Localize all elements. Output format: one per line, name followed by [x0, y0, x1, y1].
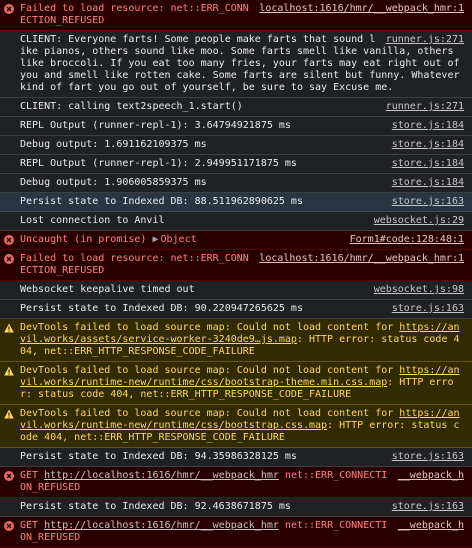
console-message: Form1#code:128:48:1 Uncaught (in promise)… — [0, 231, 472, 250]
message-text: Persist state to Indexed DB: 90.22094726… — [20, 303, 303, 314]
console-message: DevTools failed to load source map: Coul… — [0, 405, 472, 448]
message-text-part: DevTools failed to load source map: Coul… — [20, 408, 400, 419]
console-message: store.js:184 REPL Output (runner-repl-1):… — [0, 155, 472, 174]
error-icon — [4, 254, 14, 264]
message-text: Persist state to Indexed DB: 94.35986328… — [20, 451, 297, 462]
message-text-part: DevTools failed to load source map: Coul… — [20, 365, 400, 376]
source-link[interactable]: __webpack_h — [398, 470, 464, 482]
source-link[interactable]: store.js:163 — [392, 303, 464, 315]
message-text-part: GET — [20, 520, 45, 531]
source-link[interactable]: localhost:1616/hmr/__webpack_hmr:1 — [259, 3, 464, 15]
source-link[interactable]: Form1#code:128:48:1 — [350, 234, 464, 246]
console-message: store.js:184 Debug output: 1.691162109375… — [0, 136, 472, 155]
message-text: Debug output: 1.906005859375 ms — [20, 177, 207, 188]
warning-icon — [4, 366, 14, 376]
source-link[interactable]: runner.js:271 — [386, 101, 464, 113]
console-message: DevTools failed to load source map: Coul… — [0, 362, 472, 405]
console-message: store.js:163 Persist state to Indexed DB:… — [0, 498, 472, 517]
console-message: runner.js:271 CLIENT: calling text2speech… — [0, 98, 472, 117]
warning-icon — [4, 409, 14, 419]
object-label[interactable]: Object — [161, 234, 197, 245]
message-text: Uncaught (in promise) ▶ Object — [20, 234, 197, 245]
source-link[interactable]: store.js:163 — [392, 451, 464, 463]
source-link[interactable]: runner.js:271 — [386, 34, 464, 46]
error-icon — [4, 4, 14, 14]
console-message: store.js:163 Persist state to Indexed DB:… — [0, 448, 472, 467]
message-text-part: Uncaught (in promise) — [20, 234, 147, 245]
console-message: websocket.js:98 Websocket keepalive timed… — [0, 281, 472, 300]
console-message: store.js:163 Persist state to Indexed DB:… — [0, 193, 472, 212]
console-message: localhost:1616/hmr/__webpack_hmr:1 Failed… — [0, 0, 472, 31]
expand-arrow-icon[interactable]: ▶ — [152, 234, 158, 245]
message-text: Debug output: 1.691162109375 ms — [20, 139, 207, 150]
message-text: Websocket keepalive timed out — [20, 284, 195, 295]
console-message: __webpack_h GET http://localhost:1616/hmr… — [0, 517, 472, 548]
message-text: REPL Output (runner-repl-1): 2.949951171… — [20, 158, 297, 169]
message-text: Persist state to Indexed DB: 88.51196289… — [20, 196, 303, 207]
source-link[interactable]: localhost:1616/hmr/__webpack_hmr:1 — [259, 253, 464, 265]
error-icon — [4, 521, 14, 531]
source-link[interactable]: __webpack_h — [398, 520, 464, 532]
error-icon — [4, 235, 14, 245]
url-link[interactable]: http://localhost:1616/hmr/__webpack_hmr — [44, 520, 279, 531]
message-text: DevTools failed to load source map: Coul… — [20, 365, 460, 400]
console-message: websocket.js:29 Lost connection to Anvil — [0, 212, 472, 231]
warning-icon — [4, 323, 14, 333]
message-text: Lost connection to Anvil — [20, 215, 165, 226]
console-message: store.js:184 Debug output: 1.906005859375… — [0, 174, 472, 193]
message-text: GET http://localhost:1616/hmr/__webpack_… — [20, 470, 387, 493]
console-message: runner.js:271 CLIENT: Everyone farts! Som… — [0, 31, 472, 98]
message-text: Persist state to Indexed DB: 92.46386718… — [20, 501, 291, 512]
error-icon — [4, 471, 14, 481]
message-text-part: GET — [20, 470, 45, 481]
message-text: Failed to load resource: net::ERR_CONNEC… — [20, 253, 249, 276]
console-message: DevTools failed to load source map: Coul… — [0, 319, 472, 362]
console-message: store.js:163 Persist state to Indexed DB:… — [0, 300, 472, 319]
message-text: DevTools failed to load source map: Coul… — [20, 408, 460, 443]
source-link[interactable]: websocket.js:29 — [374, 215, 464, 227]
source-link[interactable]: store.js:163 — [392, 196, 464, 208]
source-link[interactable]: websocket.js:98 — [374, 284, 464, 296]
source-link[interactable]: store.js:163 — [392, 501, 464, 513]
message-text: Failed to load resource: net::ERR_CONNEC… — [20, 3, 249, 26]
message-text: CLIENT: calling text2speech_1.start() — [20, 101, 243, 112]
console-message: localhost:1616/hmr/__webpack_hmr:1 Failed… — [0, 250, 472, 281]
message-text-part: DevTools failed to load source map: Coul… — [20, 322, 400, 333]
source-link[interactable]: store.js:184 — [392, 139, 464, 151]
console-panel: localhost:1616/hmr/__webpack_hmr:1 Failed… — [0, 0, 472, 548]
source-link[interactable]: store.js:184 — [392, 177, 464, 189]
url-link[interactable]: http://localhost:1616/hmr/__webpack_hmr — [44, 470, 279, 481]
console-message: store.js:184 REPL Output (runner-repl-1):… — [0, 117, 472, 136]
message-text: DevTools failed to load source map: Coul… — [20, 322, 460, 357]
message-text: REPL Output (runner-repl-1): 3.647949218… — [20, 120, 291, 131]
console-message: __webpack_h GET http://localhost:1616/hmr… — [0, 467, 472, 498]
source-link[interactable]: store.js:184 — [392, 120, 464, 132]
source-link[interactable]: store.js:184 — [392, 158, 464, 170]
message-text: GET http://localhost:1616/hmr/__webpack_… — [20, 520, 387, 543]
